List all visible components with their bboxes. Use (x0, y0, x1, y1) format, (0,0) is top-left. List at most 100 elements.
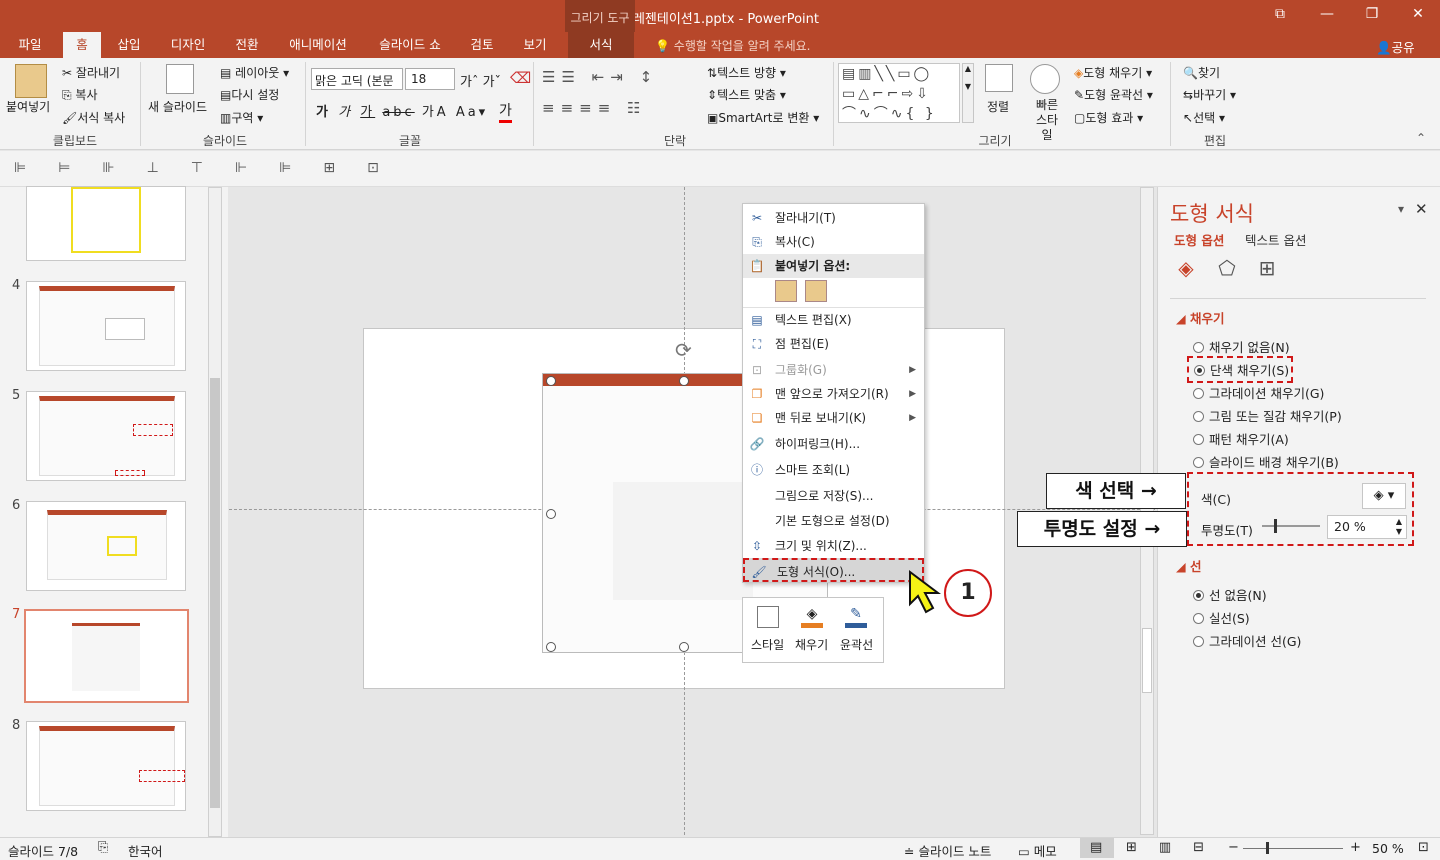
tab-home[interactable]: 홈 (63, 32, 101, 58)
radio-selected[interactable] (1193, 590, 1204, 601)
mini-style-button[interactable]: 스타일 (751, 636, 784, 653)
menu-item-format-shape[interactable]: 🖌 도형 서식(O)... (743, 558, 924, 582)
mini-fill-button[interactable]: 채우기 (795, 636, 828, 653)
layout-button[interactable]: ▤ 레이아웃 ▾ (220, 64, 289, 81)
shape-effects-button[interactable]: ▢도형 효과 ▾ (1074, 109, 1143, 126)
tab-review[interactable]: 검토 (462, 32, 502, 58)
language-indicator[interactable]: 한국어 (128, 841, 163, 860)
zoom-out-icon[interactable]: − (1228, 840, 1239, 855)
align-tool-icons[interactable]: ⊫⊨⊪⊥⊤⊩⊫⊞⊡ (14, 160, 411, 176)
slide-thumbnail[interactable] (26, 186, 186, 261)
scroll-thumb[interactable] (210, 378, 220, 808)
radio[interactable] (1193, 342, 1204, 353)
resize-handle[interactable] (546, 509, 556, 519)
font-name-select[interactable]: 맑은 고딕 (본문 (311, 68, 403, 90)
align-text-button[interactable]: ⇕텍스트 맞춤 ▾ (707, 86, 786, 103)
select-button[interactable]: ↖선택 ▾ (1183, 109, 1225, 126)
cut-button[interactable]: ✂ 잘라내기 (62, 64, 120, 81)
comments-button[interactable]: ▭ 메모 (1018, 841, 1057, 860)
font-style-buttons[interactable]: 가 가 가 abc 가A Aa▾ (316, 101, 488, 120)
zoom-in-icon[interactable]: + (1350, 840, 1361, 855)
tab-animations[interactable]: 애니메이션 (280, 32, 356, 58)
menu-item-smart-lookup[interactable]: ⓘ 스마트 조회(L) (743, 458, 924, 482)
fit-slide-icon[interactable]: ⊡ (1418, 840, 1429, 855)
fill-option-picture[interactable]: 그림 또는 질감 채우기(P) (1193, 406, 1342, 425)
tab-text-options[interactable]: 텍스트 옵션 (1245, 230, 1306, 249)
tab-format[interactable]: 서식 (568, 32, 634, 58)
list-buttons[interactable]: ☰☰ ⇤⇥ ↕ (542, 68, 658, 86)
radio[interactable] (1193, 411, 1204, 422)
fill-option-solid[interactable]: 단색 채우기(S) (1187, 356, 1294, 383)
line-option-gradient[interactable]: 그라데이션 선(G) (1193, 631, 1301, 650)
quick-styles-button[interactable]: 빠른 스타일 (1032, 98, 1062, 143)
tab-shape-options[interactable]: 도형 옵션 (1174, 230, 1224, 249)
minimize-button[interactable]: — (1317, 6, 1337, 24)
slide-thumbnail[interactable] (26, 501, 186, 591)
clear-formatting-icon[interactable]: ⌫ (510, 69, 531, 87)
resize-handle[interactable] (679, 376, 689, 386)
font-size-select[interactable]: 18 (405, 68, 455, 90)
rotate-handle-icon[interactable]: ⟳ (675, 338, 692, 362)
shape-outline-button[interactable]: ✎도형 윤곽선 ▾ (1074, 86, 1153, 103)
spelling-icon[interactable]: ⎘ (98, 840, 108, 855)
radio[interactable] (1193, 434, 1204, 445)
font-grow-shrink-icons[interactable]: 가ˆ 가ˇ (460, 71, 501, 90)
zoom-slider[interactable] (1243, 848, 1343, 849)
color-picker-button[interactable]: ◈ ▾ (1362, 483, 1406, 509)
effects-pentagon-icon[interactable]: ⬠ (1214, 256, 1240, 282)
shapes-gallery-scroll[interactable]: ▲ ▼ (962, 63, 974, 123)
menu-item-copy[interactable]: ⎘ 복사(C) (743, 230, 924, 254)
thumbnail-scrollbar[interactable] (208, 187, 222, 837)
close-button[interactable]: ✕ (1408, 6, 1428, 24)
menu-item-edit-points[interactable]: ⛶ 점 편집(E) (743, 332, 924, 356)
ribbon-display-options-icon[interactable]: ⧉ (1270, 6, 1290, 24)
menu-item-cut[interactable]: ✂ 잘라내기(T) (743, 206, 924, 230)
fill-option-slide-bg[interactable]: 슬라이드 배경 채우기(B) (1193, 452, 1339, 471)
find-button[interactable]: 🔍찾기 (1183, 64, 1220, 81)
menu-item-hyperlink[interactable]: 🔗 하이퍼링크(H)... (743, 432, 924, 456)
transparency-slider-track[interactable] (1262, 525, 1320, 527)
tab-transitions[interactable]: 전환 (225, 32, 269, 58)
menu-item-send-back[interactable]: ❏ 맨 뒤로 보내기(K) ▶ (743, 406, 924, 430)
resize-handle[interactable] (546, 376, 556, 386)
menu-item-set-default[interactable]: 기본 도형으로 설정(D) (743, 509, 924, 533)
menu-item-edit-text[interactable]: ▤ 텍스트 편집(X) (743, 308, 924, 332)
quick-styles-icon[interactable] (1030, 64, 1060, 94)
radio[interactable] (1193, 457, 1204, 468)
radio[interactable] (1193, 613, 1204, 624)
slide-thumbnail[interactable] (26, 721, 186, 811)
notes-button[interactable]: ≐ 슬라이드 노트 (904, 841, 991, 860)
menu-item-save-as-picture[interactable]: 그림으로 저장(S)... (743, 484, 924, 508)
shapes-gallery[interactable]: ▤▥╲╲▭◯ ▭△⌐⌐⇨⇩ ⌒∿⌒∿{ } (838, 63, 960, 123)
replace-button[interactable]: ⇆바꾸기 ▾ (1183, 86, 1236, 103)
radio[interactable] (1193, 636, 1204, 647)
new-slide-icon[interactable] (166, 64, 194, 94)
zoom-slider-thumb[interactable] (1266, 842, 1269, 854)
spinner-icon[interactable]: ▲ ▼ (1396, 517, 1402, 537)
fill-option-gradient[interactable]: 그라데이션 채우기(G) (1193, 383, 1324, 402)
arrange-button[interactable]: 정렬 (987, 98, 1009, 115)
size-properties-icon[interactable]: ⊞ (1254, 256, 1280, 282)
tab-view[interactable]: 보기 (515, 32, 555, 58)
tell-me-box[interactable]: 💡 수행할 작업을 알려 주세요. (655, 37, 810, 54)
restore-button[interactable]: ❐ (1362, 6, 1382, 24)
arrange-icon[interactable] (985, 64, 1013, 92)
transparency-input[interactable]: 20 % ▲ ▼ (1327, 515, 1407, 539)
resize-handle[interactable] (679, 642, 689, 652)
slide-thumbnail-selected[interactable] (24, 609, 189, 703)
mini-outline-button[interactable]: 윤곽선 (840, 636, 873, 653)
zoom-level[interactable]: 50 % (1372, 841, 1404, 856)
paste-button[interactable]: 붙여넣기 (6, 98, 50, 115)
radio[interactable] (1193, 388, 1204, 399)
line-option-solid[interactable]: 실선(S) (1193, 608, 1250, 627)
slide-thumbnail[interactable] (26, 281, 186, 371)
shape-fill-button[interactable]: ◈도형 채우기 ▾ (1074, 64, 1152, 81)
section-button[interactable]: ▥구역 ▾ (220, 109, 263, 126)
text-direction-button[interactable]: ⇅텍스트 방향 ▾ (707, 64, 786, 81)
slide-thumbnail[interactable] (26, 391, 186, 481)
fill-option-pattern[interactable]: 패턴 채우기(A) (1193, 429, 1289, 448)
fill-section-header[interactable]: ◢ 채우기 (1176, 308, 1224, 327)
share-button[interactable]: 👤공유 (1376, 37, 1415, 56)
menu-item-size-position[interactable]: ⇳ 크기 및 위치(Z)... (743, 534, 924, 558)
resize-handle[interactable] (546, 642, 556, 652)
